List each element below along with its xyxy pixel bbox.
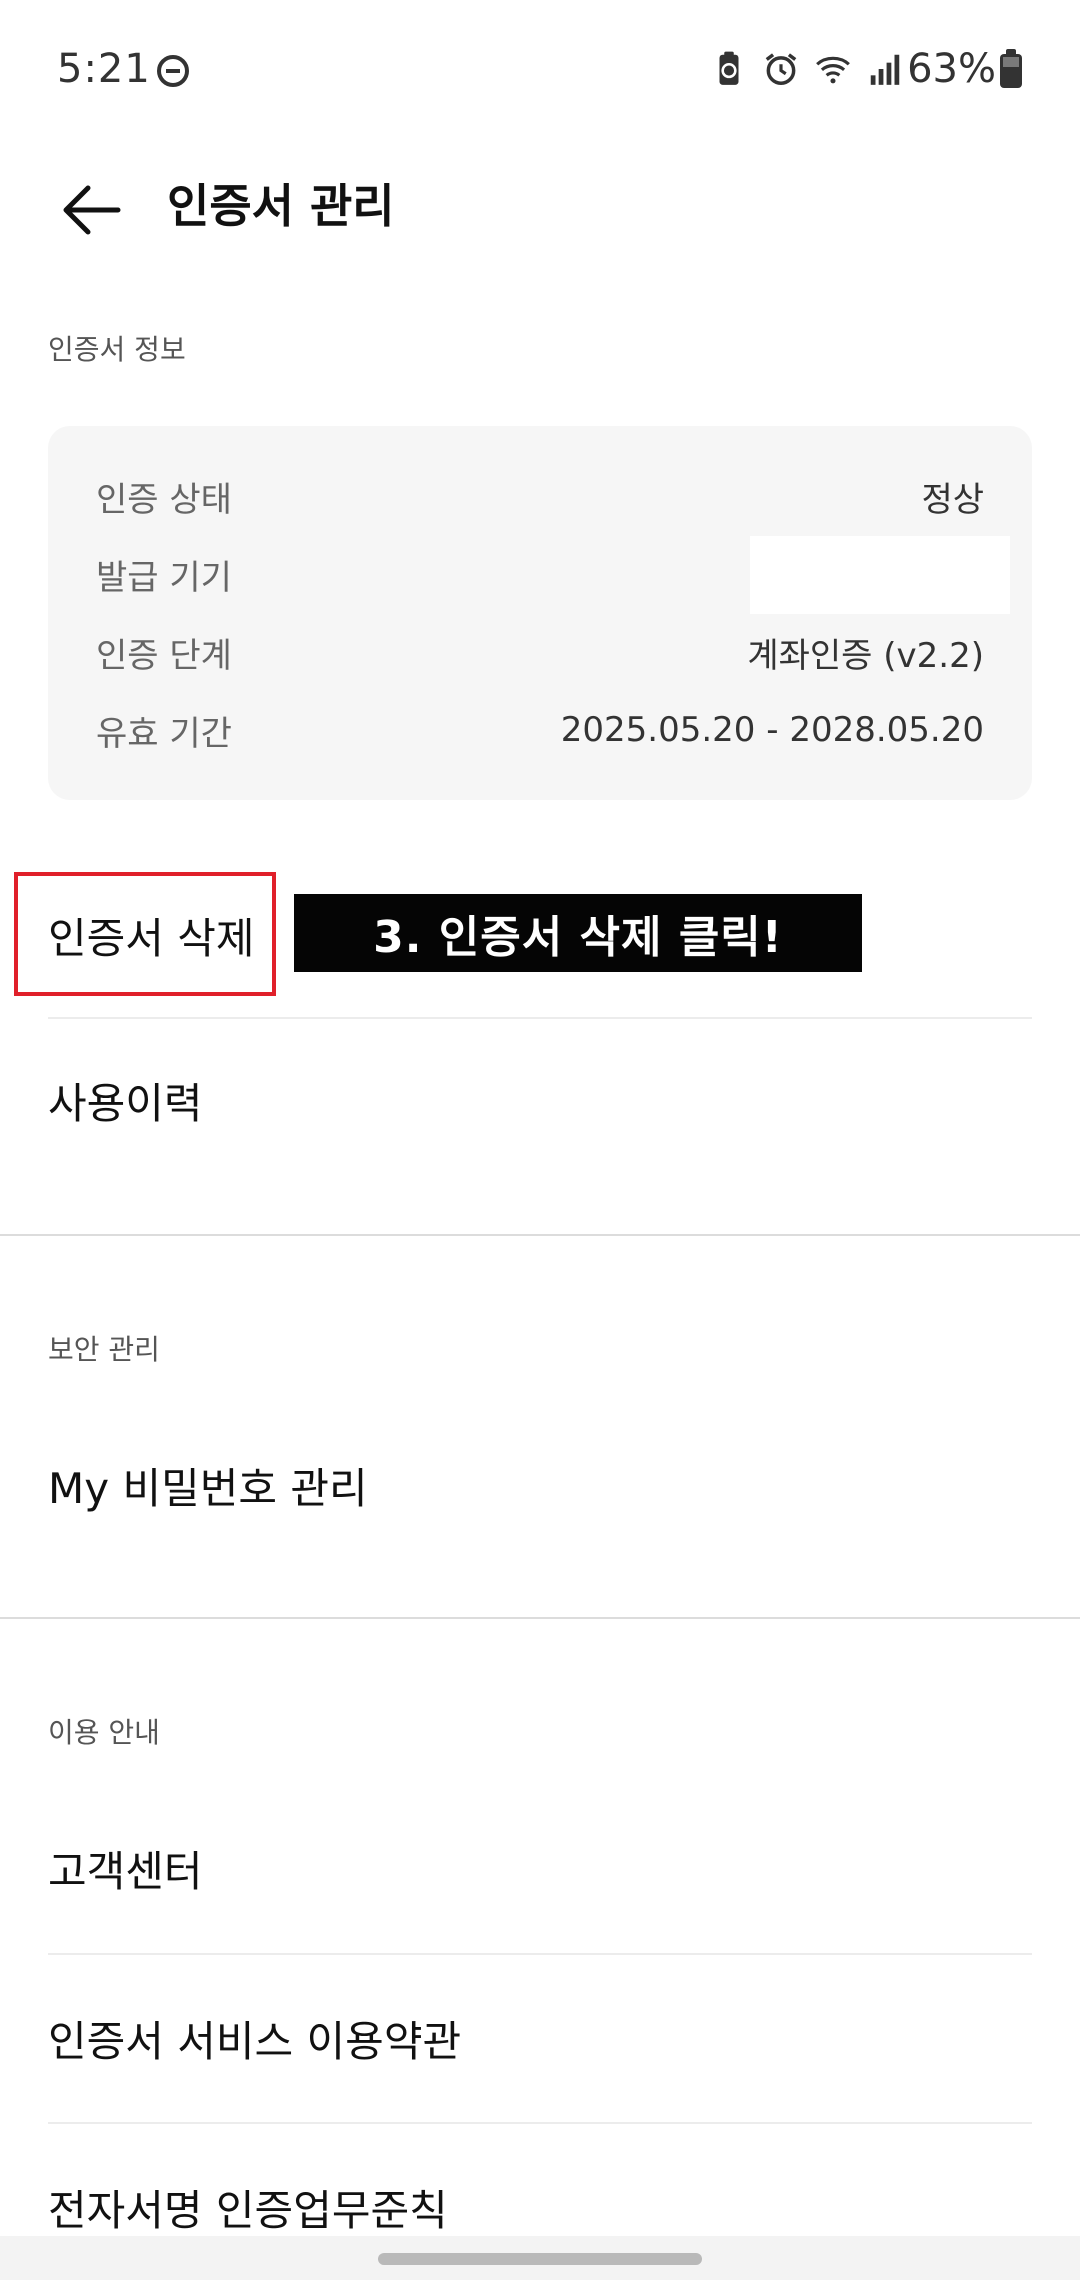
back-arrow-icon [63, 185, 121, 235]
annotation-banner: 3. 인증서 삭제 클릭! [294, 894, 862, 972]
divider [48, 2122, 1032, 2124]
battery-saver-icon [719, 51, 739, 85]
divider [48, 1017, 1032, 1019]
status-time: 5:21 [57, 46, 151, 92]
signature-rules-label: 전자서명 인증업무준칙 [48, 2185, 448, 2235]
alarm-icon [765, 53, 797, 85]
status-icons [710, 50, 904, 88]
redacted-device-value [750, 536, 1010, 614]
section-label-security: 보안 관리 [48, 1333, 160, 1366]
usage-history-item[interactable]: 사용이력 [48, 1045, 1032, 1155]
info-value: 계좌인증 (v2.2) [747, 635, 984, 676]
my-password-item[interactable]: My 비밀번호 관리 [48, 1430, 1032, 1540]
section-label-cert-info: 인증서 정보 [48, 333, 186, 366]
battery-percent: 63% [907, 46, 996, 92]
home-gesture-handle[interactable] [378, 2253, 702, 2265]
section-divider [0, 1617, 1080, 1619]
divider [48, 1953, 1032, 1955]
dnd-icon [157, 55, 189, 87]
section-label-guide: 이용 안내 [48, 1716, 160, 1749]
battery-icon [1000, 49, 1022, 88]
customer-center-label: 고객센터 [48, 1846, 203, 1896]
info-label: 인증 단계 [96, 635, 232, 676]
info-label: 인증 상태 [96, 479, 232, 520]
section-divider [0, 1234, 1080, 1236]
usage-history-label: 사용이력 [48, 1078, 203, 1128]
status-bar: 5:21 63% [0, 0, 1080, 140]
screen: 5:21 63% 인증서 관리 인증서 정보 인증 상태 정상 발급 기기 인증… [0, 0, 1080, 2280]
terms-label: 인증서 서비스 이용약관 [48, 2016, 462, 2066]
customer-center-item[interactable]: 고객센터 [48, 1813, 1032, 1923]
highlight-box [14, 872, 276, 996]
terms-item[interactable]: 인증서 서비스 이용약관 [48, 1983, 1032, 2093]
info-row-level: 인증 단계 계좌인증 (v2.2) [96, 622, 984, 682]
info-label: 발급 기기 [96, 557, 232, 598]
info-value: 정상 [921, 479, 984, 520]
info-row-status: 인증 상태 정상 [96, 466, 984, 526]
page-title: 인증서 관리 [167, 179, 395, 233]
info-value: 2025.05.20 - 2028.05.20 [560, 710, 984, 750]
info-label: 유효 기간 [96, 713, 232, 754]
signal-icon [870, 54, 900, 85]
wifi-icon [816, 56, 850, 84]
info-row-validity: 유효 기간 2025.05.20 - 2028.05.20 [96, 700, 984, 760]
back-button[interactable] [40, 160, 140, 260]
my-password-label: My 비밀번호 관리 [48, 1463, 368, 1513]
